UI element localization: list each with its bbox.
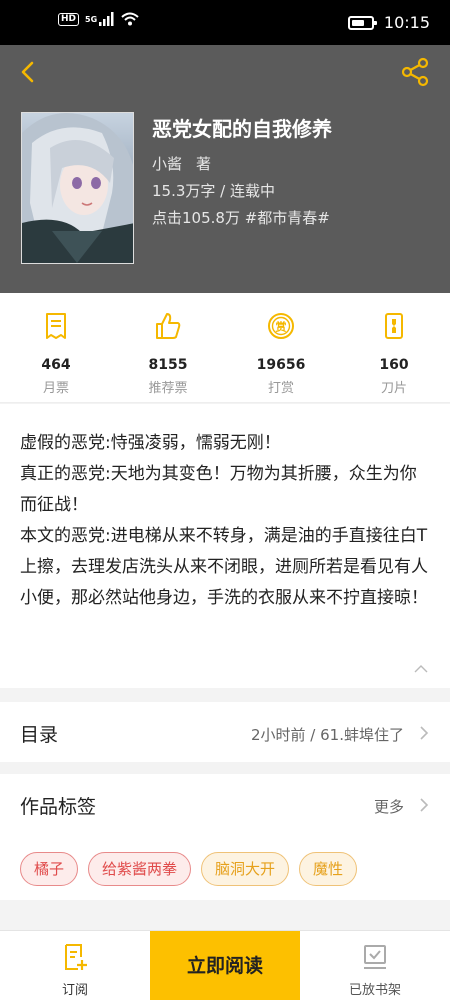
on-shelf-button[interactable]: 已放书架 <box>300 931 450 1000</box>
book-header: 恶党女配的自我修养 小酱著 15.3万字 / 连载中 点击105.8万 #都市青… <box>0 45 450 293</box>
stat-monthly-ticket[interactable]: 464 月票 <box>0 311 112 396</box>
read-now-button[interactable]: 立即阅读 <box>150 931 300 1000</box>
chevron-right-icon[interactable] <box>418 798 430 812</box>
network-indicator: 5G <box>85 14 98 24</box>
book-title: 恶党女配的自我修养 <box>152 117 332 141</box>
bookshelf-check-icon <box>364 945 386 969</box>
stat-label: 打赏 <box>267 381 294 396</box>
tag-chip[interactable]: 脑洞大开 <box>201 852 290 886</box>
toc-label: 目录 <box>20 724 59 746</box>
signal-icon <box>99 12 114 26</box>
tags-label: 作品标签 <box>20 796 97 818</box>
hd-indicator: HD <box>58 12 80 26</box>
clicks-genre: 点击105.8万 #都市青春# <box>152 209 330 227</box>
tag-chip[interactable]: 魔性 <box>299 852 358 886</box>
author-suffix: 著 <box>196 155 212 173</box>
status-right: 10:15 <box>347 13 430 32</box>
toc-row[interactable]: 目录 2小时前 / 61.蚌埠住了 <box>0 702 450 762</box>
stat-value: 8155 <box>148 357 188 373</box>
book-stats: 464 月票 8155 推荐票 赏 19656 打赏 160 刀片 <box>0 293 450 403</box>
svg-text:赏: 赏 <box>276 320 287 334</box>
wifi-icon <box>121 12 139 26</box>
thumbs-up-icon <box>156 313 181 339</box>
stat-label: 推荐票 <box>148 381 188 396</box>
description-paragraph: 真正的恶党:天地为其变色！万物为其折腰，众生为你而征战！ <box>20 464 417 515</box>
stat-label: 月票 <box>42 381 69 396</box>
chevron-right-icon <box>420 726 429 740</box>
cover-illustration <box>22 113 133 263</box>
battery-icon <box>347 15 377 30</box>
stat-reward[interactable]: 赏 19656 打赏 <box>225 311 337 396</box>
ticket-icon <box>46 313 66 339</box>
subscribe-button[interactable]: 订阅 <box>0 931 150 1000</box>
book-description[interactable]: 虚假的恶党:恃强凌弱，懦弱无刚！ 真正的恶党:天地为其变色！万物为其折腰，众生为… <box>0 404 450 688</box>
stat-blade[interactable]: 160 刀片 <box>338 311 450 396</box>
blade-icon <box>385 313 403 339</box>
on-shelf-label: 已放书架 <box>348 983 401 998</box>
word-count-status: 15.3万字 / 连载中 <box>152 182 275 200</box>
description-paragraph: 本文的恶党:进电梯从来不转身，满是油的手直接往白T上擦，去理发店洗头从来不闭眼，… <box>20 526 428 608</box>
status-left: HD 5G <box>58 12 139 26</box>
tag-chip[interactable]: 橘子 <box>20 852 79 886</box>
chevron-up-icon[interactable] <box>414 664 428 674</box>
book-author[interactable]: 小酱著 <box>152 153 211 174</box>
tag-list: 橘子 给紫酱两拳 脑洞大开 魔性 <box>20 852 358 886</box>
book-cover-image[interactable] <box>21 112 134 264</box>
reward-coin-icon: 赏 <box>268 313 294 339</box>
tag-chip[interactable]: 给紫酱两拳 <box>88 852 192 886</box>
stat-label: 刀片 <box>380 381 407 396</box>
description-paragraph: 虚假的恶党:恃强凌弱，懦弱无刚！ <box>20 433 281 453</box>
latest-chapter: 2小时前 / 61.蚌埠住了 <box>251 726 404 744</box>
bottom-action-bar: 订阅 立即阅读 已放书架 <box>0 930 450 1000</box>
subscribe-icon <box>65 944 87 970</box>
subscribe-label: 订阅 <box>61 983 88 998</box>
stat-value: 464 <box>41 357 71 373</box>
stat-recommend[interactable]: 8155 推荐票 <box>112 311 224 396</box>
author-name[interactable]: 小酱 <box>152 155 182 173</box>
share-icon[interactable] <box>400 57 430 87</box>
tags-section: 作品标签 更多 橘子 给紫酱两拳 脑洞大开 魔性 <box>0 774 450 900</box>
clock: 10:15 <box>383 13 430 32</box>
stat-value: 19656 <box>256 357 306 373</box>
back-icon[interactable] <box>16 59 42 85</box>
status-bar: HD 5G 10:15 <box>0 0 450 45</box>
stat-value: 160 <box>379 357 409 373</box>
tags-more-link[interactable]: 更多 <box>374 796 404 817</box>
